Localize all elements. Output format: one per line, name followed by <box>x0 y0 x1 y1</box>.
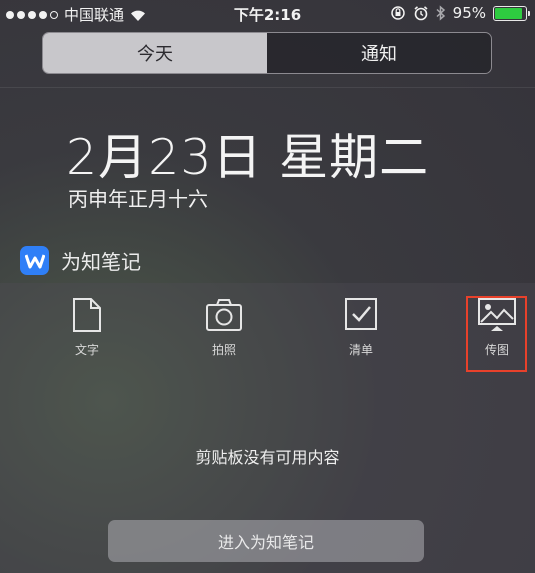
open-wiz-note-button[interactable]: 进入为知笔记 <box>108 520 424 562</box>
orientation-lock-icon <box>390 6 405 20</box>
bluetooth-icon <box>436 5 445 21</box>
today-notifications-segmented-control: 今天 通知 <box>42 32 492 74</box>
battery-fill <box>495 7 522 19</box>
wiz-note-app-icon <box>20 246 49 275</box>
tab-today[interactable]: 今天 <box>43 33 267 73</box>
lunar-date: 丙申年正月十六 <box>68 187 208 211</box>
clipboard-empty-message: 剪贴板没有可用内容 <box>195 448 340 467</box>
date-heading: 2月23日 星期二 <box>66 129 430 186</box>
highlight-box <box>466 296 527 372</box>
action-label: 清单 <box>348 343 373 357</box>
alarm-icon <box>414 6 428 21</box>
camera-icon <box>206 299 242 331</box>
divider <box>0 87 535 88</box>
action-label: 拍照 <box>211 343 236 357</box>
action-text-note[interactable]: 文字 <box>52 297 122 358</box>
widget-header[interactable]: 为知笔记 <box>20 246 141 275</box>
action-camera[interactable]: 拍照 <box>189 297 259 358</box>
wiz-note-widget: 文字 拍照 清单 传图 剪贴板没有可用内容 进入为知笔记 <box>0 283 535 573</box>
battery-percent: 95% <box>452 4 486 22</box>
action-label: 文字 <box>74 343 99 357</box>
status-bar: 中国联通 下午2:16 95% <box>0 0 535 26</box>
battery-icon <box>493 5 530 21</box>
checklist-icon <box>345 298 377 330</box>
widget-app-name: 为知笔记 <box>61 250 141 274</box>
document-icon <box>73 298 101 332</box>
tab-notifications[interactable]: 通知 <box>267 33 491 73</box>
action-checklist[interactable]: 清单 <box>326 297 396 358</box>
